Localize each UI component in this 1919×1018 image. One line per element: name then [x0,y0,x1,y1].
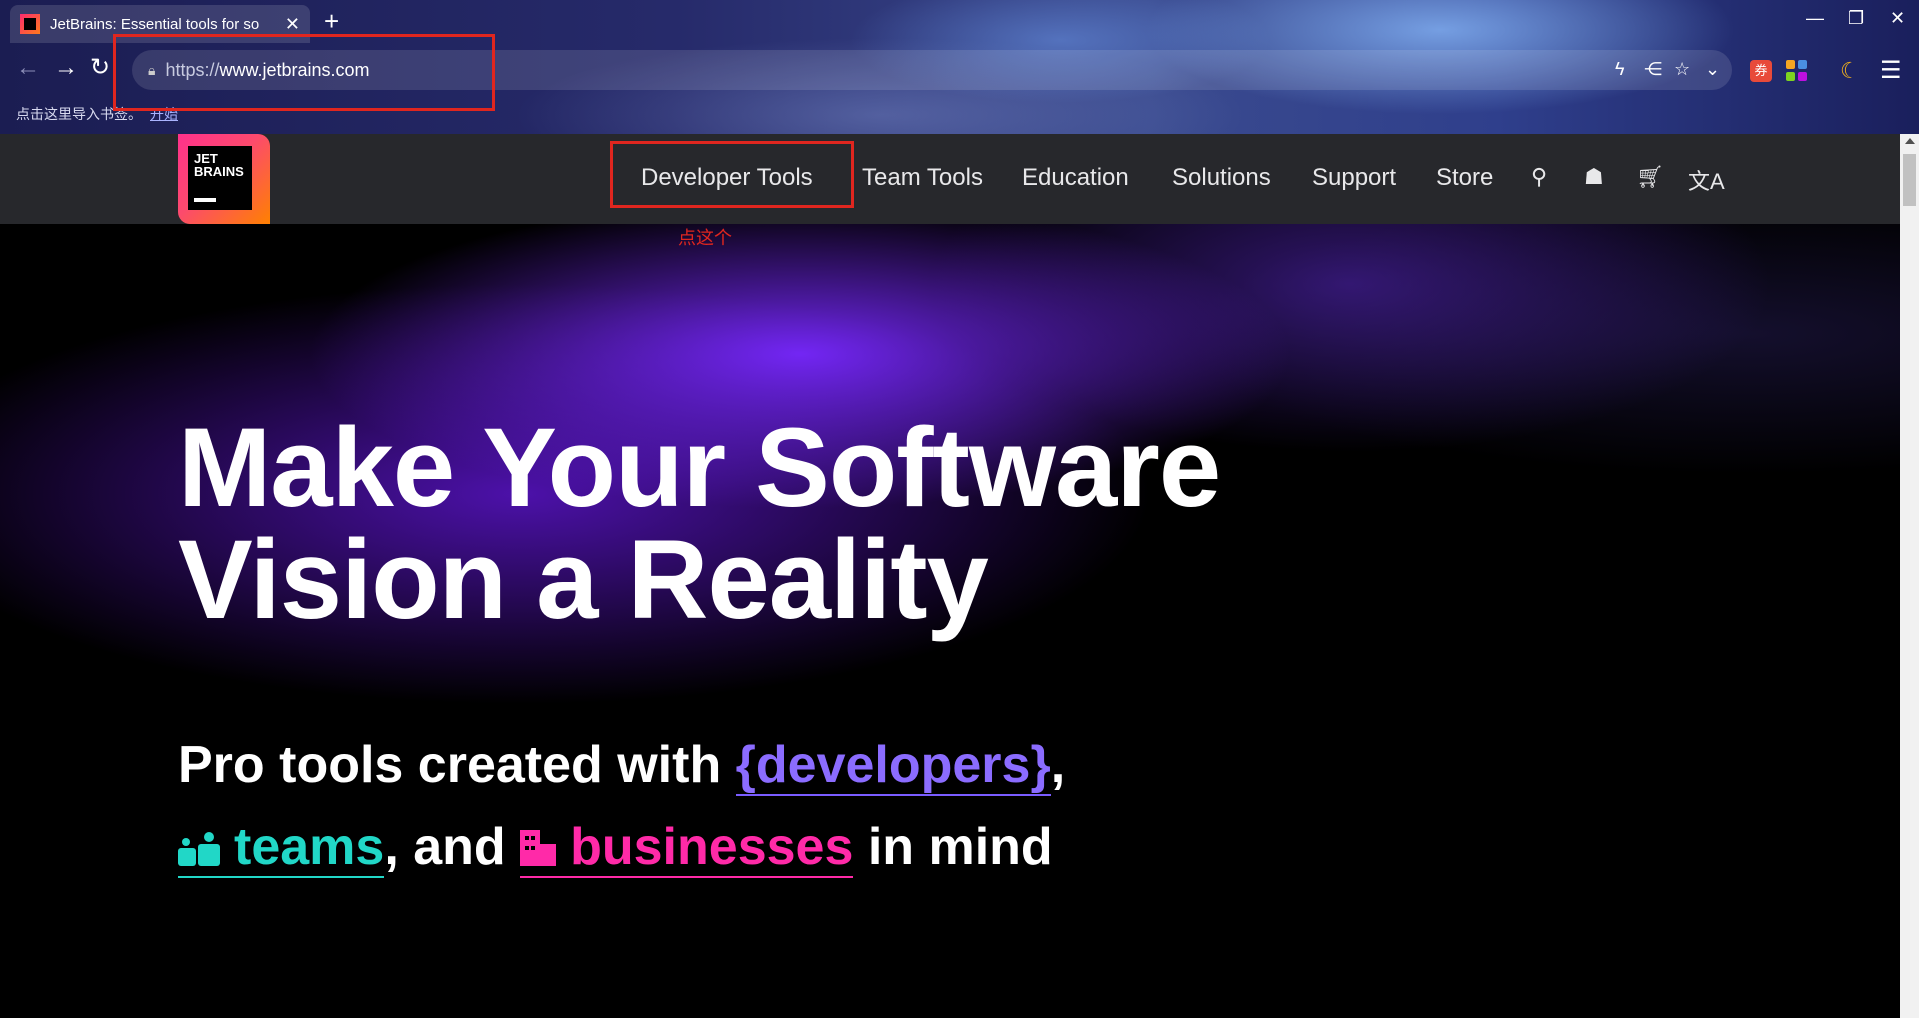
subline-row1: Pro tools created with {developers}, [178,736,1066,796]
teams-link[interactable]: teams [178,818,385,878]
page-content: JET BRAINS Developer Tools Team Tools Ed… [0,134,1900,1018]
back-button[interactable]: ← [16,56,40,80]
bookmark-star-icon[interactable]: ☆ [1674,59,1690,80]
subline-row2: teams, and businesses in mind [178,806,1065,888]
headline-line2: Vision a Reality [178,517,989,642]
scroll-up-icon[interactable] [1905,138,1915,144]
developers-link[interactable]: {developers} [735,736,1051,796]
nav-solutions[interactable]: Solutions [1172,164,1271,192]
building-icon [520,830,557,866]
forward-button[interactable]: → [54,56,78,80]
window-minimize-button[interactable]: — [1806,8,1824,29]
new-tab-button[interactable]: + [324,6,339,37]
hero-headline: Make Your Software Vision a Reality [178,405,1221,642]
cart-icon[interactable]: 🛒︎ [1636,164,1664,190]
businesses-link[interactable]: businesses [520,818,854,878]
user-icon[interactable]: ☗ [1584,164,1604,190]
jetbrains-favicon-icon [20,14,40,34]
hero-subline: Pro tools created with {developers}, tea… [178,724,1065,888]
share-icon[interactable]: ⋲ [1644,59,1662,80]
search-icon[interactable]: ⚲ [1531,164,1547,190]
site-header: JET BRAINS Developer Tools Team Tools Ed… [0,134,1900,224]
headline-line1: Make Your Software [178,405,1221,530]
lightning-icon[interactable]: ϟ [1615,59,1625,80]
annotation-box-url [113,34,495,111]
language-icon[interactable]: 文A [1688,164,1725,196]
tab-title: JetBrains: Essential tools for so [50,15,260,33]
apps-grid-icon[interactable] [1786,60,1808,82]
jetbrains-logo[interactable]: JET BRAINS [178,134,270,224]
tab-close-icon[interactable]: ✕ [285,14,300,35]
nav-education[interactable]: Education [1022,164,1129,192]
nav-store[interactable]: Store [1436,164,1493,192]
teams-icon [178,832,220,866]
logo-bar [194,198,216,202]
logo-text-line2: BRAINS [194,164,244,179]
window-close-button[interactable]: ✕ [1890,8,1905,29]
chevron-down-icon[interactable]: ⌄ [1705,59,1720,80]
annotation-click-note: 点这个 [678,228,732,248]
window-restore-button[interactable]: ❐ [1848,8,1864,29]
scroll-thumb[interactable] [1903,154,1916,206]
reload-button[interactable]: ↻ [90,56,110,80]
nav-support[interactable]: Support [1312,164,1396,192]
coupon-extension-icon[interactable]: 券 [1750,60,1772,82]
browser-menu-button[interactable]: ☰ [1880,56,1902,85]
annotation-box-developer-tools [610,141,854,208]
nav-team-tools[interactable]: Team Tools [862,164,983,192]
page-scrollbar[interactable] [1900,134,1919,1018]
night-mode-icon[interactable]: ☾ [1840,58,1860,84]
